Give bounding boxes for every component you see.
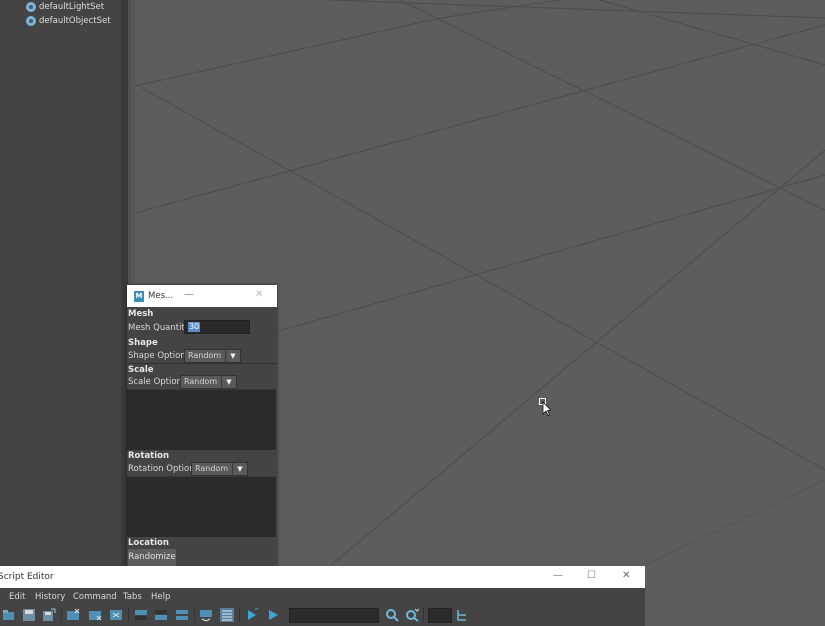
close-button[interactable]: ✕ bbox=[622, 570, 630, 581]
mesh-tool-window: M Mes... — ✕ Mesh Mesh Quantity 30 Shape… bbox=[127, 285, 277, 568]
set-icon bbox=[26, 2, 36, 12]
menu-help[interactable]: Help bbox=[151, 592, 170, 602]
outliner-item-label: defaultLightSet bbox=[39, 2, 105, 12]
mesh-quantity-value: 30 bbox=[188, 322, 201, 332]
menu-history[interactable]: History bbox=[35, 592, 65, 602]
minimize-button[interactable]: — bbox=[553, 570, 563, 581]
toolbar-separator bbox=[239, 608, 240, 622]
goto-line-icon[interactable] bbox=[455, 608, 469, 622]
rotation-options-label: Rotation Options bbox=[128, 464, 200, 474]
mouse-cursor bbox=[539, 398, 552, 416]
line-numbers-icon[interactable] bbox=[220, 608, 234, 622]
show-input-icon[interactable] bbox=[154, 608, 168, 622]
clear-all-icon[interactable] bbox=[109, 608, 123, 622]
maximize-button[interactable]: ☐ bbox=[587, 570, 596, 581]
close-button[interactable]: ✕ bbox=[255, 289, 263, 300]
chevron-down-icon: ▼ bbox=[232, 463, 247, 475]
search-icon[interactable] bbox=[385, 608, 399, 622]
scale-options-dropdown[interactable]: Random ▼ bbox=[180, 375, 237, 389]
outliner-item-default-light-set[interactable]: defaultLightSet bbox=[26, 0, 104, 14]
toolbar-separator bbox=[194, 608, 195, 622]
minimize-button[interactable]: — bbox=[184, 289, 194, 300]
section-divider bbox=[127, 363, 277, 364]
rotation-options-value: Random bbox=[195, 464, 229, 473]
script-editor-title: Script Editor bbox=[0, 572, 54, 582]
outliner-panel: defaultLightSet defaultObjectSet bbox=[0, 0, 121, 566]
rotation-options-panel bbox=[127, 476, 276, 537]
rotation-section-heading: Rotation bbox=[128, 451, 170, 461]
randomize-button[interactable]: Randomize bbox=[128, 549, 176, 566]
outliner-item-default-object-set[interactable]: defaultObjectSet bbox=[26, 14, 111, 28]
scale-options-panel bbox=[127, 389, 276, 450]
rotation-options-dropdown[interactable]: Random ▼ bbox=[191, 462, 248, 476]
open-script-icon[interactable] bbox=[2, 608, 16, 622]
toolbar-separator bbox=[61, 608, 62, 622]
toolbar-separator bbox=[128, 608, 129, 622]
mesh-window-title: Mes... bbox=[148, 291, 174, 301]
goto-line-field[interactable] bbox=[428, 608, 452, 623]
execute-all-icon[interactable] bbox=[245, 608, 259, 622]
menu-tabs[interactable]: Tabs bbox=[123, 592, 142, 602]
mesh-quantity-field[interactable]: 30 bbox=[184, 320, 250, 334]
clear-input-icon[interactable] bbox=[88, 608, 102, 622]
shape-section-heading: Shape bbox=[128, 338, 158, 348]
scale-section-heading: Scale bbox=[128, 365, 154, 375]
show-history-icon[interactable] bbox=[134, 608, 148, 622]
mesh-quantity-label: Mesh Quantity bbox=[128, 323, 190, 333]
script-editor-window: Script Editor — ☐ ✕ Edit History Command… bbox=[0, 566, 645, 626]
menu-command[interactable]: Command bbox=[73, 592, 117, 602]
mesh-window-titlebar[interactable]: M Mes... — ✕ bbox=[127, 285, 277, 307]
mesh-section-heading: Mesh bbox=[128, 309, 154, 319]
clear-history-icon[interactable] bbox=[66, 608, 80, 622]
maya-logo-icon: M bbox=[134, 291, 144, 302]
echo-commands-icon[interactable] bbox=[199, 608, 213, 622]
scale-options-value: Random bbox=[184, 377, 218, 386]
toolbar-separator bbox=[423, 608, 424, 622]
chevron-down-icon: ▼ bbox=[221, 376, 236, 388]
shape-options-dropdown[interactable]: Random ▼ bbox=[184, 349, 241, 363]
menu-edit[interactable]: Edit bbox=[9, 592, 25, 602]
search-options-icon[interactable] bbox=[405, 608, 419, 622]
shape-options-label: Shape Options bbox=[128, 351, 191, 361]
outliner-item-label: defaultObjectSet bbox=[39, 16, 111, 26]
save-as-icon[interactable] bbox=[42, 608, 56, 622]
chevron-down-icon: ▼ bbox=[225, 350, 240, 362]
script-search-field[interactable] bbox=[289, 608, 379, 623]
shape-options-value: Random bbox=[188, 351, 222, 360]
save-script-icon[interactable] bbox=[22, 608, 36, 622]
show-both-icon[interactable] bbox=[175, 608, 189, 622]
execute-icon[interactable] bbox=[266, 608, 280, 622]
viewport-border bbox=[128, 0, 132, 290]
location-section-heading: Location bbox=[128, 538, 169, 548]
script-editor-titlebar[interactable]: Script Editor — ☐ ✕ bbox=[0, 566, 645, 588]
script-editor-menubar: Edit History Command Tabs Help bbox=[0, 588, 645, 605]
scale-options-label: Scale Options bbox=[128, 377, 187, 387]
set-icon bbox=[26, 16, 36, 26]
script-editor-toolbar bbox=[0, 605, 645, 626]
